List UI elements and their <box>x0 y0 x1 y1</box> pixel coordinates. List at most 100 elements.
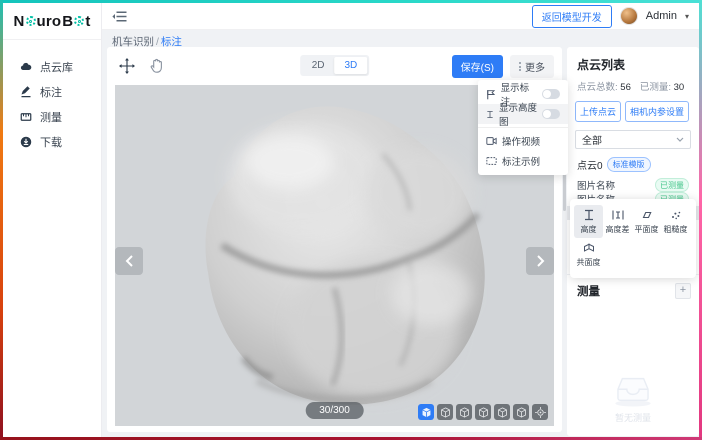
coplanarity-icon <box>583 242 595 254</box>
measure-tools-palette: 高度 高度差 平面度 粗糙度 共面度 <box>570 199 696 278</box>
flag-icon <box>486 89 496 100</box>
sidebar-item-label: 下载 <box>40 134 62 150</box>
template-badge: 标准模版 <box>607 157 651 172</box>
more-label: 更多 <box>525 59 545 74</box>
sidebar-item-pointcloud-library[interactable]: 点云库 <box>3 54 101 79</box>
avatar[interactable] <box>620 7 638 25</box>
image-row[interactable]: 图片名称 已测量 <box>567 178 699 192</box>
crosshair-icon <box>535 407 546 418</box>
flatness-icon <box>641 209 653 221</box>
image-name: 图片名称 <box>577 178 615 192</box>
view-cube-left-button[interactable] <box>475 404 491 420</box>
cube-icon <box>516 407 527 418</box>
tool-label: 高度 <box>581 224 597 235</box>
logo-text: N <box>13 13 24 30</box>
tool-label: 高度差 <box>606 224 630 235</box>
view-cube-back-button[interactable] <box>513 404 529 420</box>
sidebar-item-annotate[interactable]: 标注 <box>3 79 101 104</box>
tool-label: 粗糙度 <box>664 224 688 235</box>
tool-height-difference[interactable]: 高度差 <box>603 205 632 238</box>
sidebar-item-download[interactable]: 下载 <box>3 129 101 154</box>
gear-icon <box>74 16 84 26</box>
next-image-button[interactable] <box>526 247 554 275</box>
tool-height[interactable]: 高度 <box>574 205 603 238</box>
view-cube-top-button[interactable] <box>437 404 453 420</box>
more-dots-icon <box>519 62 521 71</box>
mode-2d-button[interactable]: 2D <box>302 57 335 74</box>
menu-item-label: 操作视频 <box>502 134 540 148</box>
video-icon <box>486 136 497 146</box>
view-cube-right-button[interactable] <box>494 404 510 420</box>
upload-pointcloud-button[interactable]: 上传点云 <box>575 101 621 122</box>
reset-view-button[interactable] <box>532 404 548 420</box>
logo-text: t <box>85 13 90 30</box>
tool-roughness[interactable]: 粗糙度 <box>661 205 690 238</box>
gear-icon <box>26 16 36 26</box>
chevron-right-icon <box>536 255 545 267</box>
cloud-icon <box>20 61 32 73</box>
logo-text: B <box>62 13 73 30</box>
measure-empty-state: 暂无测量 <box>567 374 699 424</box>
save-button[interactable]: 保存(S) <box>452 55 503 78</box>
cube-icon <box>478 407 489 418</box>
chevron-left-icon <box>125 255 134 267</box>
mode-3d-button[interactable]: 3D <box>335 57 368 74</box>
measured-label: 已测量: <box>640 82 671 93</box>
hand-icon[interactable] <box>149 58 164 74</box>
tool-coplanarity[interactable]: 共面度 <box>574 238 603 271</box>
empty-state-text: 暂无测量 <box>615 411 651 424</box>
app-logo: NuroBt <box>3 3 101 40</box>
menu-item-label: 显示高度图 <box>499 100 537 128</box>
total-value: 56 <box>620 82 631 93</box>
back-to-model-dev-button[interactable]: 返回模型开发 <box>532 5 612 28</box>
sidebar: NuroBt 点云库 标注 测量 下载 <box>3 3 102 437</box>
sidebar-item-label: 标注 <box>40 84 62 100</box>
view-orientation-bar <box>418 404 548 420</box>
view-mode-segmented: 2D 3D <box>300 55 370 76</box>
user-name[interactable]: Admin <box>646 10 677 22</box>
measured-badge: 已测量 <box>655 178 689 192</box>
frame-border-left <box>0 0 3 440</box>
pointcloud-panel: 点云列表 点云总数: 56 已测量: 30 上传点云 相机内参设置 全部 点云0… <box>567 47 699 436</box>
camera-params-button[interactable]: 相机内参设置 <box>625 101 689 122</box>
menu-item-tutorial-video[interactable]: 操作视频 <box>478 131 568 151</box>
menu-item-show-heightmap[interactable]: 显示高度图 <box>478 104 568 124</box>
filter-select[interactable]: 全部 <box>575 130 691 149</box>
height-difference-icon <box>612 209 624 221</box>
height-ibeam-icon <box>486 109 494 120</box>
tool-flatness[interactable]: 平面度 <box>632 205 661 238</box>
sidebar-item-measure[interactable]: 测量 <box>3 104 101 129</box>
height-icon <box>583 209 595 221</box>
menu-item-annotation-example[interactable]: 标注示例 <box>478 151 568 171</box>
filter-selected-value: 全部 <box>582 132 602 147</box>
move-icon[interactable] <box>119 58 135 74</box>
tool-label: 共面度 <box>577 257 601 268</box>
pointcloud-group-row[interactable]: 点云0 标准模版 <box>567 149 699 172</box>
show-heightmap-toggle[interactable] <box>542 109 560 119</box>
measured-value: 30 <box>674 82 685 93</box>
view-cube-front-button[interactable] <box>418 404 434 420</box>
more-button[interactable]: 更多 <box>510 55 554 78</box>
pen-icon <box>20 86 32 98</box>
pagination-counter: 30/300 <box>305 402 364 419</box>
cube-icon <box>421 407 432 418</box>
logo-text: uro <box>37 13 62 30</box>
pointcloud-name: 点云0 <box>577 157 603 172</box>
panel-stats: 点云总数: 56 已测量: 30 <box>567 73 699 93</box>
add-measure-button[interactable]: + <box>675 283 691 299</box>
measure-section-title: 测量 <box>577 283 600 299</box>
tooth-3d-model[interactable] <box>187 93 507 423</box>
sidebar-item-label: 测量 <box>40 109 62 125</box>
show-annotations-toggle[interactable] <box>542 89 560 99</box>
chevron-down-icon <box>676 137 684 142</box>
view-cube-bottom-button[interactable] <box>456 404 472 420</box>
ruler-icon <box>20 111 32 123</box>
menu-item-label: 标注示例 <box>502 154 540 168</box>
cube-icon <box>440 407 451 418</box>
frame-border-top <box>0 0 702 3</box>
chevron-down-icon: ▾ <box>685 12 689 21</box>
total-label: 点云总数: <box>577 82 618 93</box>
panel-title: 点云列表 <box>567 47 699 73</box>
menu-fold-icon[interactable] <box>112 10 127 23</box>
prev-image-button[interactable] <box>115 247 143 275</box>
